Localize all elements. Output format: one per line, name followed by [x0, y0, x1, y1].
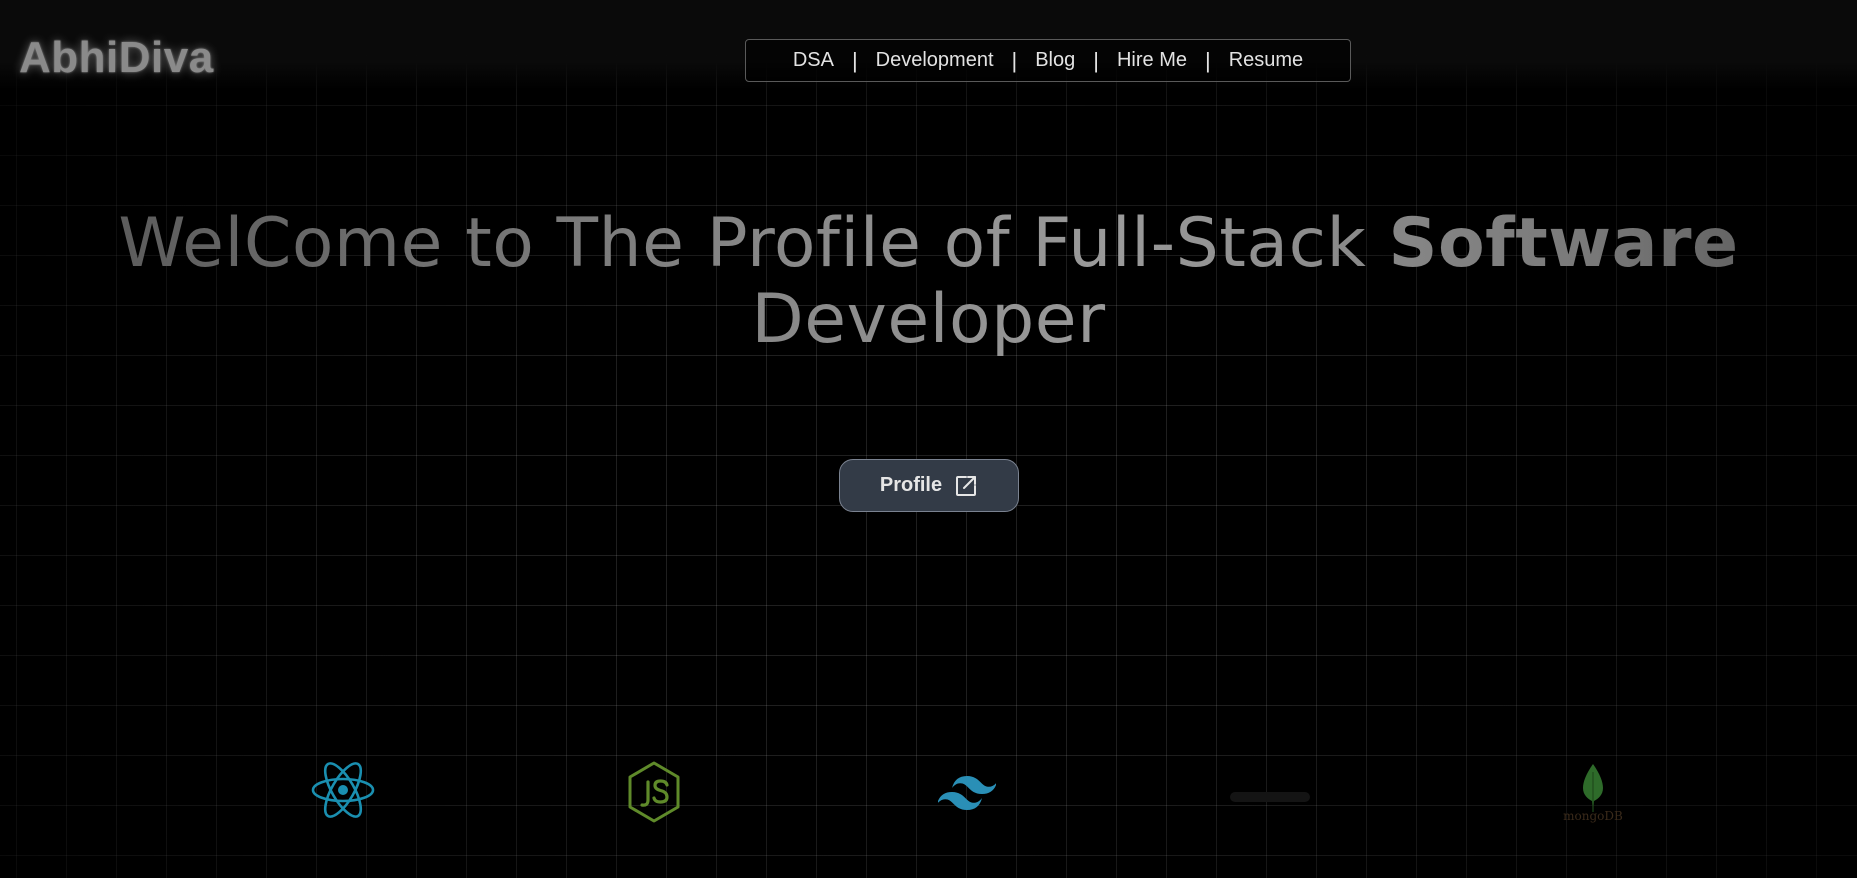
external-link-icon — [954, 474, 978, 498]
react-icon — [310, 760, 376, 825]
mongodb-wordmark: mongoDB — [1563, 809, 1623, 823]
hero-title-bold: Software — [1388, 204, 1739, 283]
tailwind-icon — [937, 774, 997, 815]
hero-title: WelCome to The Profile of Full-Stack Sof… — [0, 206, 1857, 358]
nav-item-hire-me[interactable]: Hire Me — [1099, 49, 1205, 72]
mongodb-icon: mongoDB — [1562, 762, 1624, 829]
nav-item-blog[interactable]: Blog — [1017, 49, 1093, 72]
profile-button[interactable]: Profile — [839, 459, 1019, 512]
nav-item-development[interactable]: Development — [858, 49, 1012, 72]
nextjs-icon — [1230, 788, 1310, 813]
hero-title-part2: Developer — [751, 280, 1106, 359]
hero-title-part1: WelCome to The Profile of Full-Stack — [118, 204, 1389, 283]
main-nav: DSA | Development | Blog | Hire Me | Res… — [745, 39, 1351, 82]
nav-item-dsa[interactable]: DSA — [775, 49, 852, 72]
nav-item-resume[interactable]: Resume — [1211, 49, 1321, 72]
nodejs-icon — [626, 760, 682, 829]
profile-button-label: Profile — [879, 474, 943, 496]
site-logo[interactable]: AbhiDiva — [19, 33, 214, 83]
grid-background — [0, 0, 1857, 878]
